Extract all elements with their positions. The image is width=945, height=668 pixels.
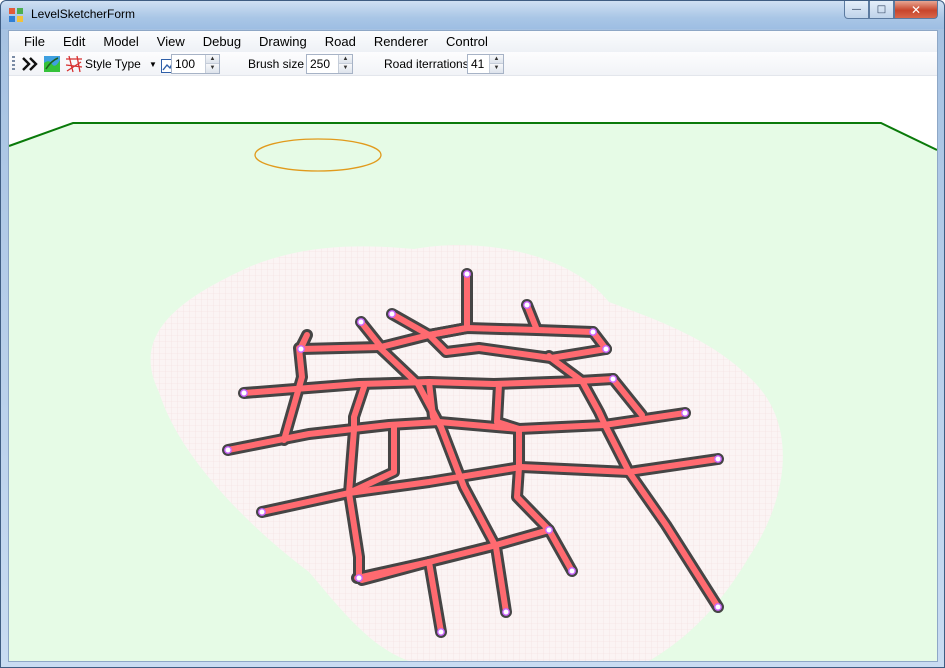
- road-iterations-spin-buttons: ▲ ▼: [489, 55, 503, 73]
- road-node[interactable]: [609, 375, 617, 383]
- menu-control[interactable]: Control: [437, 32, 497, 51]
- road-tool-icon[interactable]: [21, 55, 39, 73]
- zoom-spin-buttons: ▲ ▼: [205, 55, 219, 73]
- maximize-button[interactable]: □: [869, 1, 894, 19]
- style-tool-icon[interactable]: [65, 55, 83, 73]
- road-node[interactable]: [714, 603, 722, 611]
- menu-bar: File Edit Model View Debug Drawing Road …: [9, 31, 937, 52]
- menu-file[interactable]: File: [15, 32, 54, 51]
- road-node[interactable]: [545, 526, 553, 534]
- road-iterations-value[interactable]: 41: [471, 57, 484, 71]
- title-bar[interactable]: LevelSketcherForm — □ ✕: [1, 1, 944, 29]
- road-node[interactable]: [602, 345, 610, 353]
- road-iterations-spinner[interactable]: 41 ▲ ▼: [467, 54, 504, 74]
- brush-size-value[interactable]: 250: [310, 57, 330, 71]
- terrain-tool-icon[interactable]: [43, 55, 61, 73]
- app-icon: [9, 8, 23, 22]
- chevron-down-icon[interactable]: ▼: [149, 60, 157, 69]
- close-button[interactable]: ✕: [894, 1, 938, 19]
- scene-canvas[interactable]: [9, 77, 937, 661]
- spin-down-icon[interactable]: ▼: [339, 64, 352, 73]
- road-node[interactable]: [523, 301, 531, 309]
- caption-buttons: — □ ✕: [844, 1, 938, 19]
- road-node[interactable]: [681, 409, 689, 417]
- road-node[interactable]: [463, 270, 471, 278]
- menu-road[interactable]: Road: [316, 32, 365, 51]
- toolbar: Style Type ▼ 100 ▲ ▼ Brush size 250 ▲ ▼: [9, 52, 937, 76]
- road-node[interactable]: [355, 574, 363, 582]
- brush-size-spinner[interactable]: 250 ▲ ▼: [306, 54, 353, 74]
- menu-drawing[interactable]: Drawing: [250, 32, 316, 51]
- style-type-dropdown[interactable]: Style Type: [85, 57, 141, 71]
- maximize-icon: □: [876, 4, 887, 15]
- spin-up-icon[interactable]: ▲: [490, 55, 503, 64]
- spin-up-icon[interactable]: ▲: [339, 55, 352, 64]
- spin-down-icon[interactable]: ▼: [206, 64, 219, 73]
- menu-model[interactable]: Model: [94, 32, 147, 51]
- brush-size-spin-buttons: ▲ ▼: [338, 55, 352, 73]
- spin-down-icon[interactable]: ▼: [490, 64, 503, 73]
- client-area: File Edit Model View Debug Drawing Road …: [8, 30, 938, 662]
- road-node[interactable]: [297, 345, 305, 353]
- menu-renderer[interactable]: Renderer: [365, 32, 437, 51]
- zoom-spinner[interactable]: 100 ▲ ▼: [171, 54, 220, 74]
- app-window: LevelSketcherForm — □ ✕ File Edit Model …: [0, 0, 945, 668]
- road-node[interactable]: [388, 310, 396, 318]
- road-node[interactable]: [224, 446, 232, 454]
- road-node[interactable]: [589, 328, 597, 336]
- road-segment[interactable]: [426, 379, 436, 420]
- road-node[interactable]: [437, 628, 445, 636]
- brush-size-label: Brush size: [248, 57, 305, 71]
- spin-up-icon[interactable]: ▲: [206, 55, 219, 64]
- road-node[interactable]: [258, 508, 266, 516]
- window-title: LevelSketcherForm: [31, 7, 136, 21]
- road-node[interactable]: [568, 567, 576, 575]
- close-icon: ✕: [910, 2, 922, 17]
- road-node[interactable]: [502, 608, 510, 616]
- menu-view[interactable]: View: [148, 32, 194, 51]
- menu-edit[interactable]: Edit: [54, 32, 94, 51]
- toolbar-grip[interactable]: [12, 56, 15, 72]
- road-node[interactable]: [357, 318, 365, 326]
- minimize-button[interactable]: —: [844, 1, 869, 19]
- menu-debug[interactable]: Debug: [194, 32, 250, 51]
- road-iterations-label: Road iterrations: [384, 57, 469, 71]
- zoom-value[interactable]: 100: [175, 57, 195, 71]
- minimize-icon: —: [851, 4, 862, 15]
- 3d-viewport[interactable]: [9, 77, 937, 661]
- road-node[interactable]: [714, 455, 722, 463]
- road-node[interactable]: [240, 389, 248, 397]
